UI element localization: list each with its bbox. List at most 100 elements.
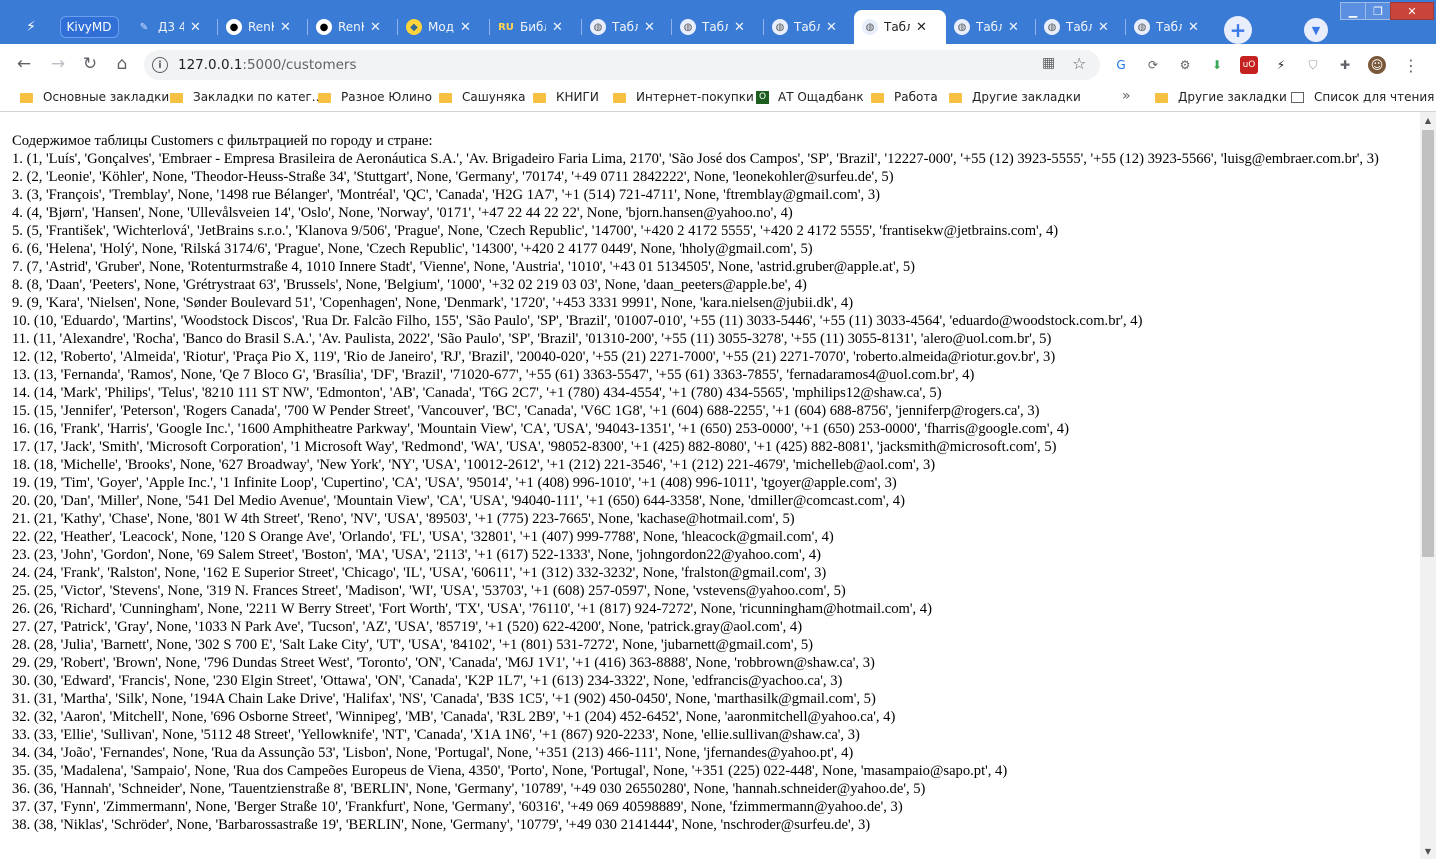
sync-extension-icon[interactable]: ⟳ [1144,56,1162,74]
tab-11[interactable]: ◍ Табл ✕ [1036,10,1126,44]
customer-line: 19. (19, 'Tim', 'Goyer', 'Apple Inc.', '… [12,475,897,491]
bookmark-folder-2[interactable]: Закладки по катег... [170,90,323,104]
bookmark-folder-8[interactable]: Работа [871,90,938,104]
other-bookmarks[interactable]: Другие закладки [1155,90,1287,104]
folder-icon [318,93,331,103]
back-button[interactable]: ← [10,50,38,78]
tab-7[interactable]: ◍ Табл ✕ [672,10,764,44]
tab-8[interactable]: ◍ Табл ✕ [764,10,854,44]
folder-icon [949,93,962,103]
customer-line: 13. (13, 'Fernanda', 'Ramos', None, 'Qe … [12,367,975,383]
address-bar[interactable]: i 127.0.0.1:5000/customers ▦ ☆ [144,50,1100,80]
translate-extension-icon[interactable]: G [1112,56,1130,74]
shield-extension-icon[interactable]: ⛉ [1304,56,1322,74]
close-tab-icon[interactable]: ✕ [1008,20,1019,35]
home-button[interactable]: ⌂ [108,50,136,78]
customer-line: 30. (30, 'Edward', 'Francis', None, '230… [12,673,843,689]
gear-extension-icon[interactable]: ⚙ [1176,56,1194,74]
customer-line: 34. (34, 'João', 'Fernandes', None, 'Rua… [12,745,854,761]
close-tab-icon[interactable]: ✕ [280,20,291,35]
ublock-extension-icon[interactable]: uO [1240,56,1258,74]
kivymd-badge: KivyMD [59,16,119,38]
close-window-button[interactable]: ✕ [1390,2,1434,20]
scroll-up-icon[interactable]: ▲ [1420,112,1436,128]
close-tab-icon[interactable]: ✕ [734,20,745,35]
close-tab-icon[interactable]: ✕ [190,20,201,35]
reading-list-icon [1291,91,1304,103]
globe-icon: ◍ [1044,19,1060,35]
bookmark-star-icon[interactable]: ☆ [1072,54,1086,73]
bookmark-folder-5[interactable]: КНИГИ [533,90,599,104]
ru-icon: RU [498,21,514,33]
pinned-tab-kivymd[interactable]: KivyMD [59,12,119,42]
site-info-icon[interactable]: i [152,57,168,73]
tab-10[interactable]: ◍ Табл ✕ [946,10,1036,44]
close-tab-icon[interactable]: ✕ [370,20,381,35]
customer-line: 28. (28, 'Julia', 'Barnett', None, '302 … [12,637,814,653]
customer-line: 32. (32, 'Aaron', 'Mitchell', None, '696… [12,709,896,725]
menu-kebab-icon[interactable]: ⋮ [1402,56,1420,75]
toolbar: ← → ↻ ⌂ i 127.0.0.1:5000/customers ▦ ☆ G… [0,44,1436,84]
close-tab-icon[interactable]: ✕ [826,20,837,35]
bookmark-folder-9[interactable]: Другие закладки [949,90,1081,104]
customer-line: 4. (4, 'Bjørn', 'Hansen', None, 'Ullevål… [12,205,793,221]
close-tab-icon[interactable]: ✕ [644,20,655,35]
customer-line: 17. (17, 'Jack', 'Smith', 'Microsoft Cor… [12,439,1057,455]
new-tab-button[interactable]: + [1224,16,1252,44]
customer-line: 6. (6, 'Helena', 'Holý', None, 'Rilská 3… [12,241,813,257]
download-extension-icon[interactable]: ⬇ [1208,56,1226,74]
customer-line: 22. (22, 'Heather', 'Leacock', None, '12… [12,529,834,545]
tab-1[interactable]: ✎ Д3 4 ✕ [128,10,218,44]
profile-avatar[interactable]: ☺ [1368,56,1386,74]
puzzle-extensions-icon[interactable]: ✚ [1336,56,1354,74]
vertical-scrollbar[interactable]: ▲ ▼ [1420,112,1436,859]
scroll-thumb[interactable] [1422,130,1434,557]
github-icon: ● [226,19,242,35]
folder-icon [20,93,33,103]
close-tab-icon[interactable]: ✕ [1098,20,1109,35]
globe-icon: ◍ [680,19,696,35]
tab-2[interactable]: ● RenK ✕ [218,10,308,44]
bookmark-oschadbank[interactable]: O АТ Ощадбанк [756,90,864,104]
customer-line: 25. (25, 'Victor', 'Stevens', None, '319… [12,583,846,599]
globe-icon: ◍ [772,19,788,35]
customer-line: 11. (11, 'Alexandre', 'Rocha', 'Banco do… [12,331,1052,347]
arrow-right-icon: → [50,54,66,74]
pinned-tab-lightning[interactable]: ⚡ [18,12,44,42]
bookmark-folder-3[interactable]: Разное Юлино [318,90,432,104]
tab-5[interactable]: RU Библ ✕ [490,10,582,44]
reload-button[interactable]: ↻ [76,50,104,78]
tab-6[interactable]: ◍ Табл ✕ [582,10,672,44]
lightning-extension-icon[interactable]: ⚡ [1272,56,1290,74]
customer-line: 31. (31, 'Martha', 'Silk', None, '194A C… [12,691,876,707]
tab-active[interactable]: ◍ Табл ✕ [854,10,946,44]
tab-4[interactable]: ◆ Моду ✕ [398,10,490,44]
tab-12[interactable]: ◍ Табл ✕ [1126,10,1216,44]
forward-button[interactable]: → [44,50,72,78]
scroll-down-icon[interactable]: ▼ [1420,843,1436,859]
bookmarks-overflow-button[interactable]: » [1122,88,1131,104]
url-text[interactable]: 127.0.0.1:5000/customers [178,57,356,73]
reading-list[interactable]: Список для чтения [1291,90,1434,104]
close-tab-icon[interactable]: ✕ [460,20,471,35]
customer-line: 38. (38, 'Niklas', 'Schröder', None, 'Ba… [12,817,871,833]
bookmark-folder-4[interactable]: Сашуняка [439,90,525,104]
bookmark-folder-1[interactable]: Основные закладки [20,90,169,104]
close-tab-icon[interactable]: ✕ [916,20,927,35]
close-tab-icon[interactable]: ✕ [552,20,563,35]
home-icon: ⌂ [116,54,128,74]
maximize-button[interactable]: ❐ [1365,2,1391,20]
tab-3[interactable]: ● RenK ✕ [308,10,398,44]
bookmark-folder-6[interactable]: Интернет-покупки [613,90,754,104]
tab-search-button[interactable]: ▼ [1304,18,1328,42]
customer-line: 27. (27, 'Patrick', 'Gray', None, '1033 … [12,619,803,635]
customer-line: 10. (10, 'Eduardo', 'Martins', 'Woodstoc… [12,313,1143,329]
customer-line: 35. (35, 'Madalena', 'Sampaio', None, 'R… [12,763,1008,779]
bookmarks-bar: Основные закладки Закладки по катег... Р… [0,84,1436,112]
customer-line: 2. (2, 'Leonie', 'Köhler', None, 'Theodo… [12,169,894,185]
qr-code-icon[interactable]: ▦ [1042,55,1055,71]
folder-icon [1155,93,1168,103]
minimize-button[interactable]: ▁ [1340,2,1366,20]
customer-line: 29. (29, 'Robert', 'Brown', None, '796 D… [12,655,875,671]
close-tab-icon[interactable]: ✕ [1188,20,1199,35]
